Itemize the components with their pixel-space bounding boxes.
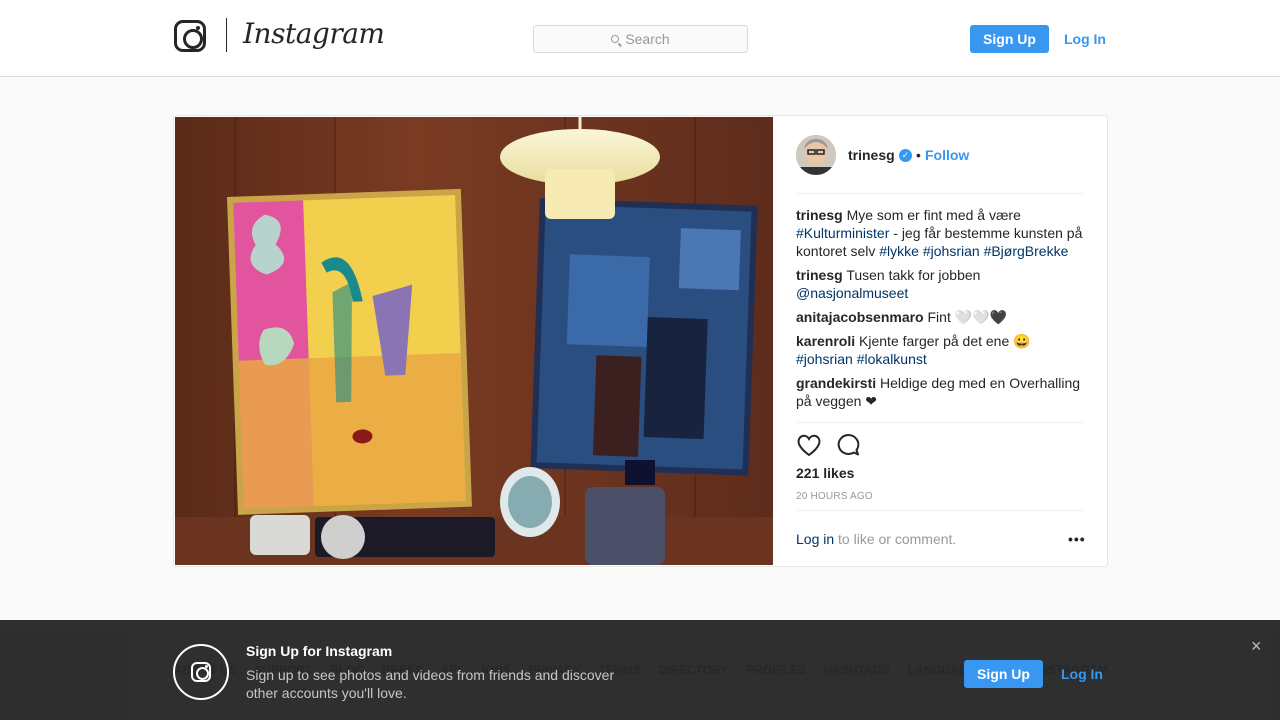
banner-login-link[interactable]: Log In — [1055, 660, 1109, 688]
post-sidebar: trinesg ✓ • Follow trinesg Mye som er fi… — [796, 116, 1086, 566]
banner-logo — [173, 644, 229, 700]
hashtag-link[interactable]: #johsrian — [796, 351, 853, 367]
avatar[interactable] — [796, 135, 836, 175]
comment: anitajacobsenmaro Fint 🤍🤍🖤 — [796, 308, 1084, 326]
divider — [796, 422, 1084, 423]
comment-text: Fint 🤍🤍🖤 — [927, 309, 1008, 325]
instagram-wordmark[interactable]: Instagram — [243, 17, 385, 50]
instagram-glyph-icon[interactable] — [174, 20, 206, 52]
comment-username[interactable]: anitajacobsenmaro — [796, 309, 924, 325]
search-placeholder: Search — [625, 31, 670, 47]
signup-button[interactable]: Sign Up — [970, 25, 1049, 53]
comment-text: Tusen takk for jobben — [846, 267, 981, 283]
post-card: trinesg ✓ • Follow trinesg Mye som er fi… — [173, 115, 1108, 567]
hashtag-link[interactable]: #lokalkunst — [857, 351, 927, 367]
banner-title: Sign Up for Instagram — [246, 643, 393, 659]
hashtag-link[interactable]: #johsrian — [923, 243, 980, 259]
comment-username[interactable]: trinesg — [796, 207, 843, 223]
divider — [796, 510, 1084, 511]
painting-office-photo — [175, 117, 773, 565]
search-icon — [611, 35, 620, 43]
divider — [796, 193, 1084, 194]
verified-badge-icon: ✓ — [899, 149, 912, 162]
logo-divider — [226, 18, 227, 52]
top-nav: Instagram Search Sign Up Log In — [0, 0, 1280, 77]
likes-count[interactable]: 221 likes — [796, 465, 854, 481]
post-timestamp[interactable]: 20 HOURS AGO — [796, 491, 873, 502]
comment: trinesg Mye som er fint med å være #Kult… — [796, 206, 1084, 260]
banner-subtitle: Sign up to see photos and videos from fr… — [246, 667, 615, 701]
follow-button[interactable]: Follow — [925, 147, 969, 163]
post-username[interactable]: trinesg — [848, 147, 895, 163]
comment: trinesg Tusen takk for jobben @nasjonalm… — [796, 266, 1084, 302]
login-link-inline[interactable]: Log in — [796, 531, 834, 547]
comment-username[interactable]: karenroli — [796, 333, 855, 349]
user-portrait — [796, 135, 836, 175]
hashtag-link[interactable]: #Kulturminister — [796, 225, 889, 241]
login-prompt-suffix: to like or comment. — [834, 531, 957, 547]
comment-username[interactable]: trinesg — [796, 267, 843, 283]
hashtag-link[interactable]: #BjørgBrekke — [984, 243, 1069, 259]
post-photo[interactable] — [175, 117, 773, 565]
comment-text: Kjente farger på det ene 😀 — [859, 333, 1031, 349]
comment-text: Mye som er fint med å være — [846, 207, 1021, 223]
signup-banner: Sign Up for Instagram Sign up to see pho… — [0, 620, 1280, 720]
banner-signup-button[interactable]: Sign Up — [964, 660, 1043, 688]
separator-dot: • — [916, 147, 921, 163]
search-input[interactable]: Search — [533, 25, 748, 53]
instagram-glyph-icon — [191, 662, 211, 682]
comment: karenroli Kjente farger på det ene 😀 #jo… — [796, 332, 1084, 368]
more-options-icon[interactable]: ••• — [1068, 531, 1086, 547]
comment: grandekirsti Heldige deg med en Overhall… — [796, 374, 1084, 410]
login-link[interactable]: Log In — [1058, 25, 1112, 53]
comment-icon[interactable] — [836, 433, 860, 457]
comments-list[interactable]: trinesg Mye som er fint med å være #Kult… — [796, 206, 1084, 420]
comment-username[interactable]: grandekirsti — [796, 375, 876, 391]
heart-icon[interactable] — [796, 433, 822, 457]
hashtag-link[interactable]: @nasjonalmuseet — [796, 285, 908, 301]
login-prompt: Log in to like or comment. — [796, 531, 956, 547]
hashtag-link[interactable]: #lykke — [879, 243, 919, 259]
close-icon[interactable]: × — [1251, 636, 1262, 657]
